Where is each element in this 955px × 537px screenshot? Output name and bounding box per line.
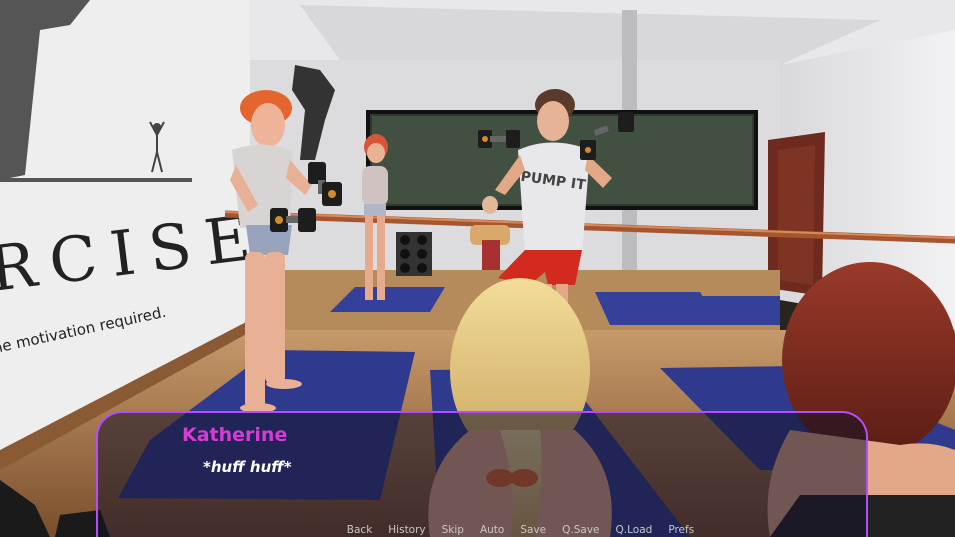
back-button[interactable]: Back [342,524,378,537]
quick-save-button[interactable]: Q.Save [557,524,604,537]
history-button[interactable]: History [383,524,430,537]
quick-menu: Back History Skip Auto Save Q.Save Q.Loa… [0,524,955,537]
prefs-button[interactable]: Prefs [663,524,699,537]
quick-load-button[interactable]: Q.Load [611,524,658,537]
speaker-name: Katherine [182,424,288,446]
save-button[interactable]: Save [515,524,551,537]
auto-button[interactable]: Auto [475,524,509,537]
door-panel [778,145,815,285]
dumbbell-rack [396,232,432,276]
dialogue-text: *huff huff* [203,458,292,476]
skip-button[interactable]: Skip [437,524,469,537]
